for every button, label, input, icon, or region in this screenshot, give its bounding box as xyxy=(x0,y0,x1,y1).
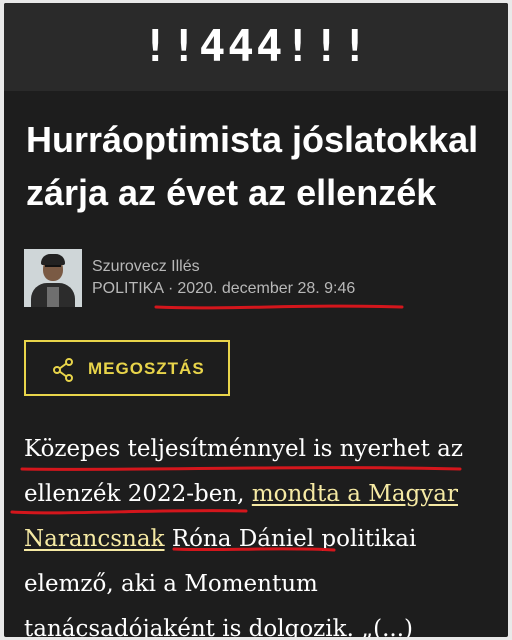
category-label[interactable]: POLITIKA xyxy=(92,280,164,297)
avatar-glasses xyxy=(45,265,61,271)
lead-line-5: tanácsadójaként is dolgozik. „(...) xyxy=(24,616,414,637)
author-avatar[interactable] xyxy=(24,249,82,307)
site-header: !!444!!! xyxy=(4,3,508,91)
share-button[interactable]: MEGOSZTÁS xyxy=(24,340,230,396)
author-name[interactable]: Szurovecz Illés xyxy=(92,257,200,277)
article-lead: Közepes teljesítménnyel is nyerhet az el… xyxy=(24,427,504,637)
lead-line-3: Narancsnak Róna Dániel politikai xyxy=(24,517,504,562)
article-meta: POLITIKA · 2020. december 28. 9:46 xyxy=(92,279,355,299)
avatar-hair xyxy=(41,254,65,265)
article-title: Hurráoptimista jóslatokkal zárja az évet… xyxy=(26,119,479,213)
magyar-narancs-link[interactable]: mondta a Magyar xyxy=(252,481,458,507)
share-label: MEGOSZTÁS xyxy=(88,359,205,378)
meta-separator: · xyxy=(168,280,174,297)
lead-line-4: elemző, aki a Momentum xyxy=(24,571,318,597)
share-icon xyxy=(53,358,73,382)
lead-line-2: ellenzék 2022-ben, mondta a Magyar xyxy=(24,472,504,517)
lead-line-1: Közepes teljesítménnyel is nyerhet az xyxy=(24,436,463,462)
lead-line-2-text: ellenzék 2022-ben, xyxy=(24,481,252,507)
magyar-narancs-link-cont[interactable]: Narancsnak xyxy=(24,526,165,552)
publish-date: 2020. december 28. 9:46 xyxy=(177,280,356,297)
site-logo[interactable]: !!444!!! xyxy=(4,25,508,69)
avatar-shirt xyxy=(47,287,59,307)
article-page: !!444!!! Hurráoptimista jóslatokkal zárj… xyxy=(4,3,508,637)
date-underline xyxy=(154,304,404,310)
lead-line-3-text: Róna Dániel politikai xyxy=(164,526,417,552)
